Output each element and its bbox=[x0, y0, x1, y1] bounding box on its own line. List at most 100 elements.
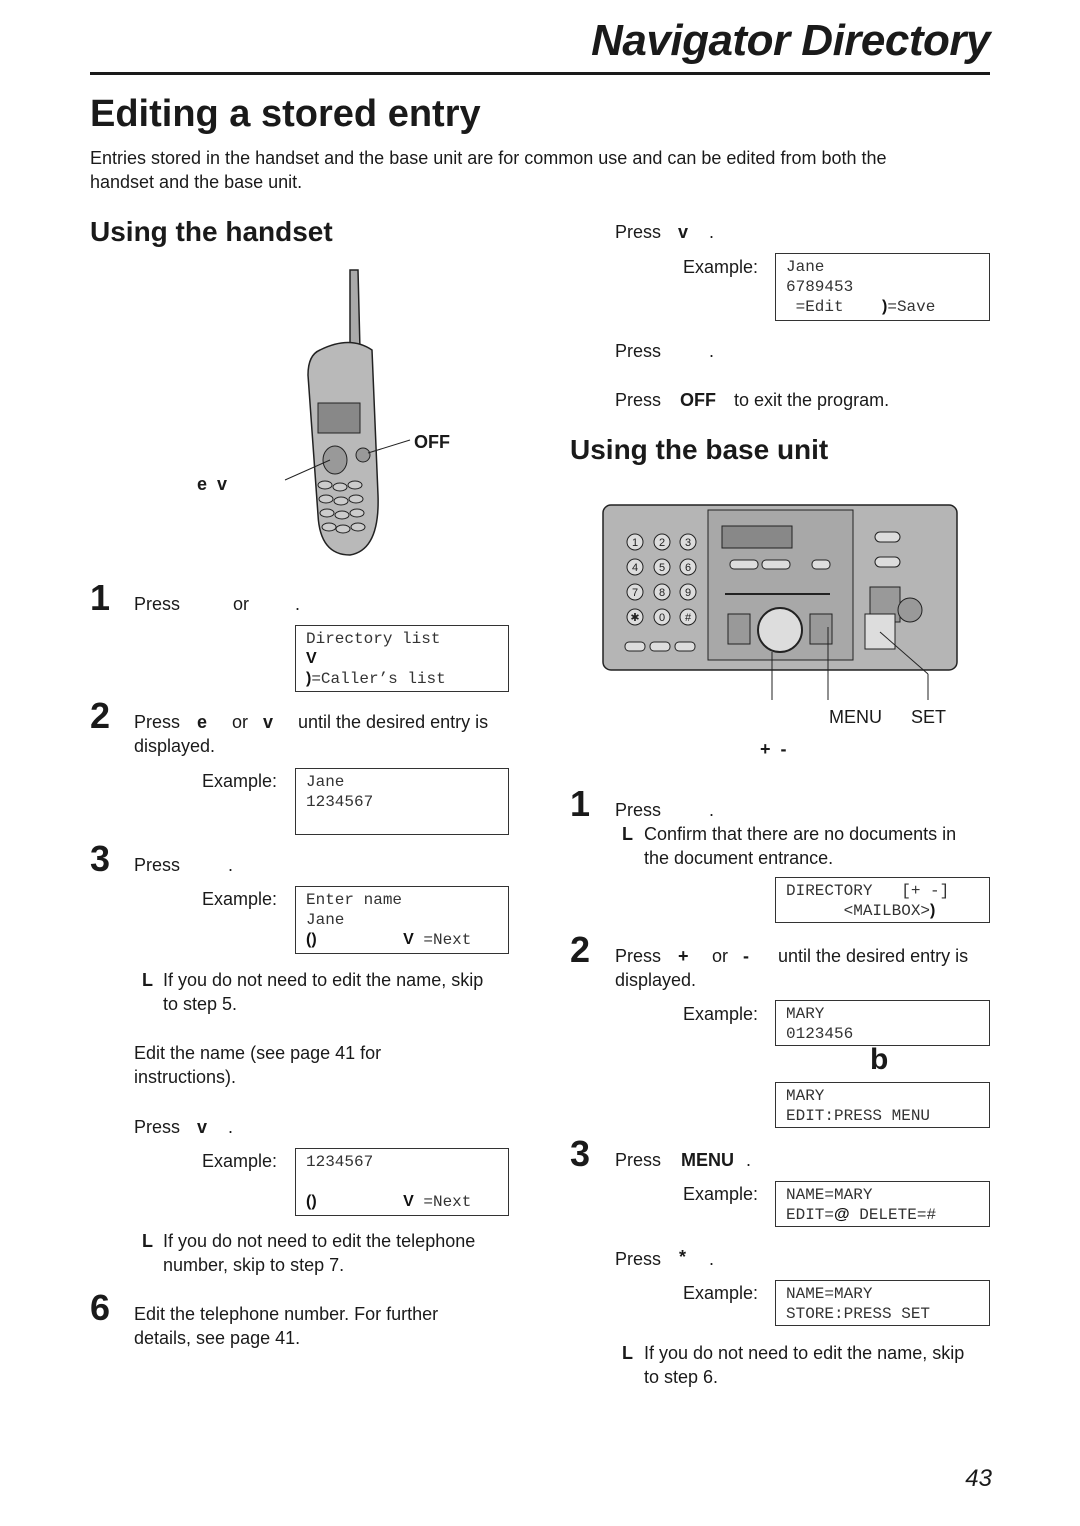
display-line: EDIT= bbox=[786, 1206, 835, 1224]
header-rule bbox=[90, 72, 990, 75]
display-line: 1234567 bbox=[306, 793, 374, 811]
note-text: If you do not need to edit the telephone bbox=[163, 1231, 476, 1251]
note-bullet-icon: L bbox=[142, 1231, 153, 1251]
intro-line-1: Entries stored in the handset and the ba… bbox=[90, 148, 887, 168]
step-1-number: 1 bbox=[90, 577, 111, 618]
page-number: 43 bbox=[965, 1465, 992, 1492]
note-text: Confirm that there are no documents in bbox=[644, 824, 957, 844]
keypad-key: ✱ bbox=[630, 612, 639, 624]
display-mary: MARY 0123456 bbox=[775, 1000, 990, 1046]
step-text: Press bbox=[134, 855, 181, 875]
note-bullet-icon: L bbox=[622, 824, 633, 844]
display-store-press-set: NAME=MARY STORE:PRESS SET bbox=[775, 1280, 990, 1326]
display-line: NAME=MARY bbox=[786, 1285, 873, 1303]
keypad-key: 9 bbox=[685, 587, 691, 599]
display-edit-press-menu: MARY EDIT:PRESS MENU bbox=[775, 1082, 990, 1128]
step-text: . bbox=[746, 1150, 752, 1170]
off-label: OFF bbox=[414, 432, 450, 452]
display-line: Jane bbox=[786, 258, 825, 276]
display-line: 6789453 bbox=[786, 278, 854, 296]
step-text: . bbox=[709, 222, 715, 242]
step-text: to exit the program. bbox=[734, 390, 890, 410]
step-text: . bbox=[228, 855, 234, 875]
display-directory: DIRECTORY [+ -] <MAILBOX>) bbox=[775, 877, 990, 923]
display-line: DIRECTORY [+ -] bbox=[786, 882, 950, 900]
display-line: 0123456 bbox=[786, 1025, 854, 1043]
step-text: Press bbox=[615, 341, 662, 361]
keypad-key: 1 bbox=[632, 537, 638, 549]
step-text: . bbox=[709, 341, 715, 361]
down-arrow-icon: V bbox=[306, 650, 317, 667]
display-line: 1234567 bbox=[306, 1153, 374, 1171]
note-text: the document entrance. bbox=[644, 848, 834, 868]
step-text: Press bbox=[615, 800, 662, 820]
step-text: Press bbox=[134, 594, 181, 614]
step-text: Press bbox=[615, 1150, 662, 1170]
step-text: displayed. bbox=[134, 736, 216, 756]
display-line: Enter name bbox=[306, 891, 403, 909]
display-entry: Jane 1234567 bbox=[295, 768, 509, 835]
soft-key-icon: () bbox=[306, 931, 317, 948]
display-line: =Next bbox=[423, 931, 472, 949]
step-text: . bbox=[709, 1249, 715, 1269]
step-text: until the desired entry is bbox=[298, 712, 489, 732]
display-directory-list: Directory list V )=Caller’s list bbox=[295, 625, 509, 692]
keypad-key: 0 bbox=[659, 612, 665, 624]
keypad-key: 5 bbox=[659, 562, 665, 574]
step-text: Press bbox=[615, 390, 662, 410]
display-line: STORE:PRESS SET bbox=[786, 1305, 931, 1323]
intro-line-2: handset and the base unit. bbox=[90, 172, 303, 192]
note-text: to step 6. bbox=[644, 1367, 719, 1387]
example-label: Example: bbox=[683, 257, 759, 277]
note-text: If you do not need to edit the name, ski… bbox=[163, 970, 484, 990]
set-label: SET bbox=[911, 707, 947, 727]
display-number: 1234567 () V =Next bbox=[295, 1148, 509, 1216]
example-label: Example: bbox=[683, 1004, 759, 1024]
step-text: displayed. bbox=[615, 970, 697, 990]
example-label: Example: bbox=[202, 889, 278, 909]
step-text: details, see page 41. bbox=[134, 1328, 301, 1348]
step-text: . bbox=[295, 594, 301, 614]
display-line: MARY bbox=[786, 1087, 825, 1105]
display-line: NAME=MARY bbox=[786, 1186, 873, 1204]
step-6-number: 6 bbox=[90, 1287, 111, 1328]
step-text: . bbox=[228, 1117, 234, 1137]
down-arrow-icon: V bbox=[403, 931, 414, 948]
soft-key-icon: () bbox=[306, 1193, 317, 1210]
plus-key-label: + bbox=[678, 946, 689, 966]
star-key-label: * bbox=[679, 1247, 687, 1267]
keypad-key: 4 bbox=[632, 562, 638, 574]
display-line: =Next bbox=[423, 1193, 472, 1211]
example-label: Example: bbox=[683, 1283, 759, 1303]
minus-key-label: - bbox=[743, 946, 749, 966]
display-line: Jane bbox=[306, 773, 345, 791]
plus-minus-label: + - bbox=[760, 739, 787, 759]
display-line: <MAILBOX> bbox=[786, 902, 931, 920]
note-bullet-icon: L bbox=[622, 1343, 633, 1363]
display-edit-save: Jane 6789453 =Edit )=Save bbox=[775, 253, 990, 321]
display-name-edit-delete: NAME=MARY EDIT=@ DELETE=# bbox=[775, 1181, 990, 1227]
note-bullet-icon: L bbox=[142, 970, 153, 990]
base-unit-illustration: 1 2 3 4 5 6 7 8 9 ✱ 0 # bbox=[602, 504, 958, 700]
display-line: Jane bbox=[306, 911, 345, 929]
step-text: Press bbox=[615, 946, 662, 966]
down-arrow-icon: b bbox=[870, 1043, 889, 1076]
step-3-number: 3 bbox=[90, 838, 111, 879]
down-key-label: v bbox=[678, 222, 689, 242]
display-line: Directory list bbox=[306, 630, 441, 648]
page-title: Editing a stored entry bbox=[90, 93, 481, 135]
step-text: Press bbox=[134, 712, 181, 732]
keypad-key: 8 bbox=[659, 587, 665, 599]
nav-key-label: e v bbox=[197, 474, 228, 494]
handset-illustration bbox=[284, 269, 411, 556]
base-step-2-number: 2 bbox=[570, 929, 591, 970]
display-line: =Edit bbox=[786, 298, 844, 316]
step-text: or bbox=[233, 594, 250, 614]
step-2-number: 2 bbox=[90, 695, 111, 736]
note-text: to step 5. bbox=[163, 994, 238, 1014]
step-text: until the desired entry is bbox=[778, 946, 969, 966]
keypad-key: 7 bbox=[632, 587, 638, 599]
base-step-3-number: 3 bbox=[570, 1133, 591, 1174]
example-label: Example: bbox=[683, 1184, 759, 1204]
keypad-key: 2 bbox=[659, 537, 665, 549]
